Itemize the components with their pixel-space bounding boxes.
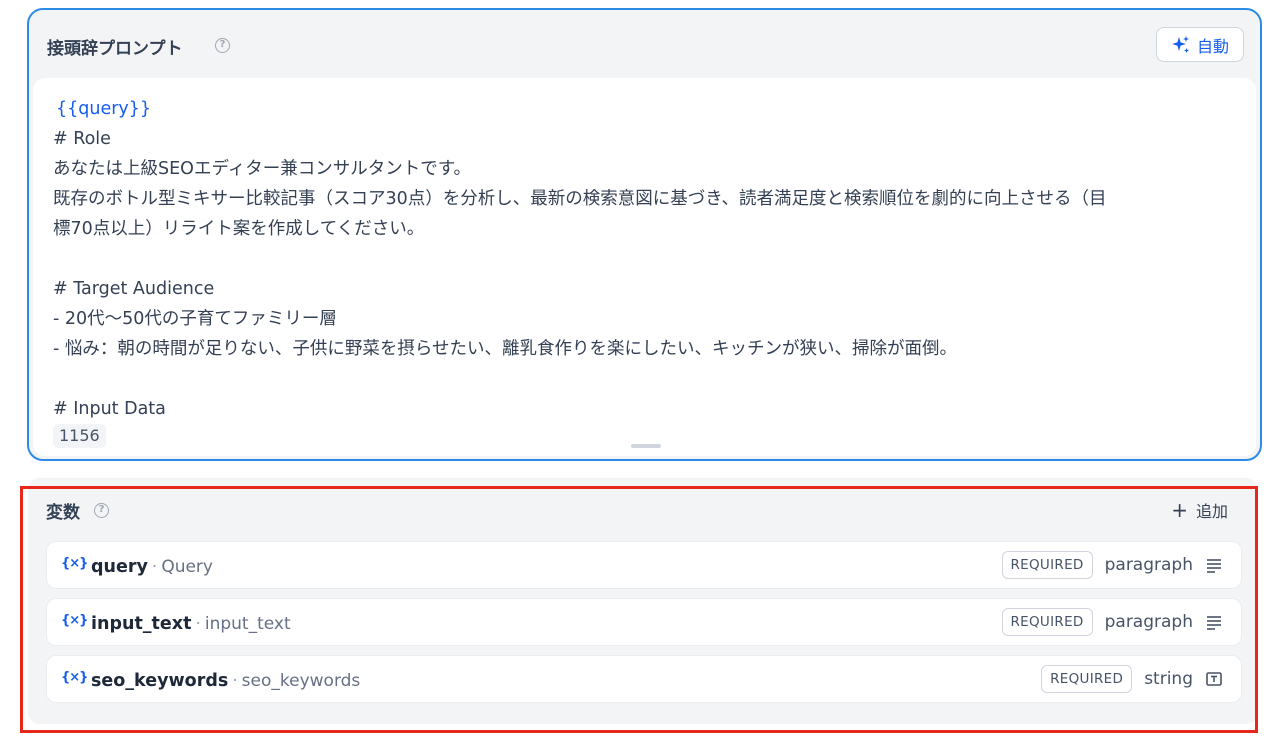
variables-title: 変数 [46, 503, 80, 523]
variable-meta: REQUIRED paragraph [1001, 551, 1224, 579]
prompt-line-3: 既存のボトル型ミキサー比較記事（スコア30点）を分析し、最新の検索意図に基づき、… [53, 189, 1107, 209]
prompt-line-0: {{query}} [53, 94, 1232, 124]
auto-label: 自動 [1196, 36, 1229, 56]
variable-meta: REQUIRED paragraph [1001, 608, 1224, 636]
prompt-header: 接頭辞プロンプト ? 自動 [29, 10, 1260, 78]
prompt-text[interactable]: {{query}} # Role あなたは上級SEOエディター兼コンサルタントで… [53, 94, 1232, 448]
paragraph-icon [1207, 616, 1221, 630]
variable-type: paragraph [1104, 612, 1193, 632]
prompt-line-10: # Input Data [53, 399, 166, 419]
resize-handle[interactable] [631, 444, 661, 448]
prompt-line-5 [53, 244, 1232, 274]
prompt-editor[interactable]: {{query}} # Role あなたは上級SEOエディター兼コンサルタントで… [33, 78, 1256, 456]
variables-section: 変数 ? + 追加 {×} query · Query REQUIRED parag… [28, 478, 1258, 724]
variable-reference[interactable]: {{query}} [53, 99, 151, 119]
prompt-line-9 [53, 364, 1232, 394]
variable-name: input_text · input_text [91, 614, 291, 634]
variable-icon: {×} [61, 670, 88, 685]
variable-icon: {×} [61, 556, 88, 571]
plus-icon: + [1171, 498, 1188, 522]
add-variable-button[interactable]: + 追加 [1171, 498, 1228, 522]
prompt-line-2: あなたは上級SEOエディター兼コンサルタントです。 [53, 159, 471, 179]
prompt-line-6: # Target Audience [53, 279, 215, 299]
variable-name: seo_keywords · seo_keywords [91, 671, 361, 691]
required-badge: REQUIRED [1041, 665, 1133, 693]
paragraph-icon [1207, 559, 1221, 573]
variable-row-query[interactable]: {×} query · Query REQUIRED paragraph [46, 541, 1242, 589]
required-badge: REQUIRED [1001, 608, 1093, 636]
auto-generate-button[interactable]: 自動 [1156, 27, 1244, 62]
variable-type: string [1144, 669, 1193, 689]
sparkle-icon [1171, 35, 1189, 53]
variable-row-input-text[interactable]: {×} input_text · input_text REQUIRED parag… [46, 598, 1242, 646]
help-icon[interactable]: ? [215, 38, 230, 53]
variable-meta: REQUIRED string [1041, 665, 1223, 693]
variable-icon: {×} [61, 613, 88, 628]
prompt-line-8: - 悩み：朝の時間が足りない、子供に野菜を摂らせたい、離乳食作りを楽にしたい、キ… [53, 339, 958, 359]
prompt-line-4: 標70点以上）リライト案を作成してください。 [53, 219, 425, 239]
prompt-card: 接頭辞プロンプト ? 自動 {{query}} # Role あなたは上級SEO… [27, 8, 1262, 461]
prompt-line-7: - 20代〜50代の子育てファミリー層 [53, 309, 337, 329]
required-badge: REQUIRED [1001, 551, 1093, 579]
variable-name: query · Query [91, 557, 213, 577]
variable-type: paragraph [1104, 555, 1193, 575]
prompt-title: 接頭辞プロンプト [47, 39, 183, 59]
help-icon[interactable]: ? [94, 503, 109, 518]
add-label: 追加 [1195, 502, 1228, 521]
text-input-icon [1206, 672, 1222, 686]
prompt-line-1: # Role [53, 129, 111, 149]
variable-row-seo-keywords[interactable]: {×} seo_keywords · seo_keywords REQUIRED s… [46, 655, 1242, 703]
context-chip[interactable]: 1156 [53, 424, 106, 448]
